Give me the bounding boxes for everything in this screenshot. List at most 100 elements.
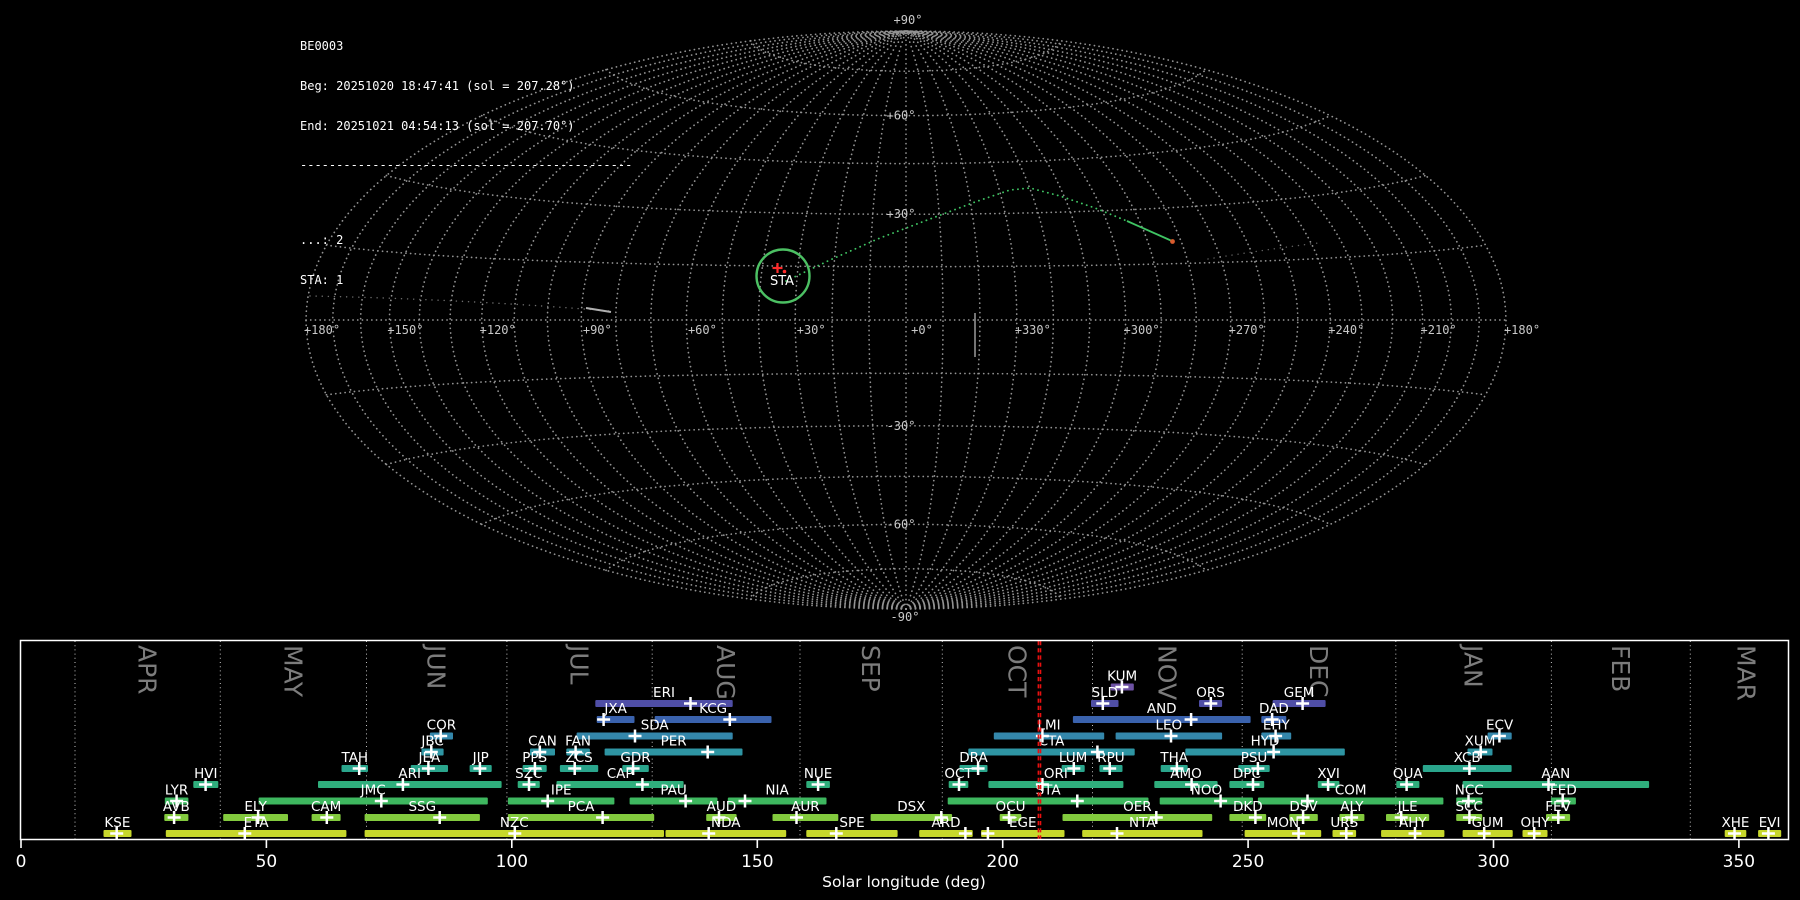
shower-label-ORS: ORS: [1196, 685, 1225, 701]
shower-label-PAU: PAU: [660, 783, 686, 799]
observation-end: End: 20251021 04:54:13 (sol = 207.70°): [300, 120, 632, 133]
shower-peak-NTA: [1111, 827, 1124, 840]
x-axis-tick-label: 50: [256, 852, 278, 872]
longitude-label: +0°: [911, 323, 933, 337]
longitude-label: +240°: [1328, 323, 1364, 337]
shower-label-EVI: EVI: [1759, 815, 1781, 831]
shower-bar-ETA: [166, 830, 347, 837]
month-label: OCT: [1002, 645, 1031, 698]
shower-label-SLD: SLD: [1092, 685, 1119, 701]
x-axis-tick-label: 300: [1477, 852, 1509, 872]
shower-label-ECV: ECV: [1486, 718, 1514, 734]
shower-label-DAD: DAD: [1259, 701, 1289, 717]
shower-label-FEV: FEV: [1545, 799, 1571, 815]
shower-label-URS: URS: [1330, 815, 1358, 831]
month-label: MAY: [278, 645, 307, 698]
month-label: MAR: [1732, 645, 1761, 701]
shower-bar-SPE: [806, 830, 897, 837]
shower-label-SCC: SCC: [1455, 799, 1482, 815]
shower-label-ORI: ORI: [1044, 766, 1068, 782]
shower-label-NCC: NCC: [1455, 783, 1484, 799]
shower-label-GEM: GEM: [1284, 685, 1315, 701]
longitude-label: +210°: [1421, 323, 1457, 337]
latitude-label: -30°: [887, 419, 916, 433]
station-id: BE0003: [300, 40, 632, 53]
shower-peak-EGE: [981, 827, 994, 840]
activity-chart: APRMAYJUNJULAUGSEPOCTNOVDECJANFEBMARKUME…: [16, 641, 1789, 892]
meteor-radiant-marker: [773, 263, 783, 273]
longitude-label: +60°: [688, 323, 717, 337]
month-label: FEB: [1606, 645, 1635, 692]
longitude-label: +270°: [1229, 323, 1265, 337]
x-axis-tick-label: 150: [741, 852, 773, 872]
x-axis-tick-label: 350: [1723, 852, 1755, 872]
shower-label-NZC: NZC: [500, 815, 529, 831]
month-label: JUN: [422, 643, 451, 689]
latitude-label: +30°: [887, 207, 916, 221]
latitude-label: +60°: [887, 109, 916, 123]
longitude-label: +300°: [1124, 323, 1160, 337]
shower-peak-PCA: [596, 811, 609, 824]
longitude-label: +90°: [583, 323, 612, 337]
shower-label-FED: FED: [1550, 783, 1577, 799]
shower-label-LYR: LYR: [165, 783, 188, 799]
shower-label-AAN: AAN: [1541, 766, 1570, 782]
shower-label-ARI: ARI: [398, 766, 421, 782]
shower-label-JBC: JBC: [420, 734, 443, 750]
shower-peak-AND: [1185, 713, 1198, 726]
observation-begin: Beg: 20251020 18:47:41 (sol = 207.28°): [300, 80, 632, 93]
shower-label-DRA: DRA: [959, 750, 988, 766]
shower-label-IPE: IPE: [551, 783, 572, 799]
shower-bar-NTA: [1082, 830, 1202, 837]
shower-label-JLE: JLE: [1397, 799, 1418, 815]
shower-label-CAP: CAP: [607, 766, 634, 782]
month-label: JAN: [1459, 643, 1488, 688]
x-axis-tick-label: 0: [16, 852, 27, 872]
longitude-label: +30°: [797, 323, 826, 337]
shower-label-AUR: AUR: [791, 799, 820, 815]
shower-label-COR: COR: [427, 718, 456, 734]
shower-label-FAN: FAN: [565, 734, 591, 750]
shower-label-OER: OER: [1123, 799, 1152, 815]
shower-bar-SDA: [577, 733, 733, 740]
meridian-line: [906, 31, 1161, 609]
shower-label-SZC: SZC: [515, 766, 542, 782]
shower-label-DPC: DPC: [1233, 766, 1261, 782]
shower-label-XUM: XUM: [1465, 734, 1496, 750]
shower-peak-ARD: [959, 827, 972, 840]
shower-label-MON: MON: [1267, 815, 1299, 831]
shower-label-DSX: DSX: [897, 799, 925, 815]
shower-label-CTA: CTA: [1039, 734, 1066, 750]
separator-line: ----------------------------------------…: [300, 159, 632, 172]
shower-label-COM: COM: [1335, 783, 1367, 799]
shower-label-CAM: CAM: [311, 799, 341, 815]
longitude-label: +180°: [304, 323, 340, 337]
longitude-label: +330°: [1015, 323, 1051, 337]
shower-label-SPE: SPE: [839, 815, 864, 831]
shower-label-EGE: EGE: [1009, 815, 1037, 831]
month-label: NOV: [1152, 645, 1181, 700]
shower-bar-MON: [1245, 830, 1322, 837]
shower-bar-AUR: [773, 814, 839, 821]
shower-peak-PER: [701, 746, 714, 759]
shower-label-SSG: SSG: [408, 799, 436, 815]
shower-label-HVI: HVI: [194, 766, 217, 782]
shower-bar-KCG: [655, 716, 772, 723]
shower-label-NTA: NTA: [1129, 815, 1156, 831]
shower-label-KCG: KCG: [699, 701, 727, 717]
shower-label-PCA: PCA: [568, 799, 596, 815]
shower-label-RPU: RPU: [1097, 750, 1124, 766]
longitude-label: +180°: [1504, 323, 1540, 337]
count-sporadic: ...: 2: [300, 234, 632, 247]
radiant-drift-current-segment: [1127, 221, 1172, 241]
shower-label-ETA: ETA: [244, 815, 270, 831]
shower-label-ZCS: ZCS: [565, 750, 592, 766]
shower-bar-SSG: [365, 814, 480, 821]
shower-label-JMC: JMC: [360, 783, 386, 799]
shower-peak-NIA: [739, 795, 752, 808]
shower-label-NOO: NOO: [1191, 783, 1222, 799]
shower-peak-SDA: [629, 730, 642, 743]
shower-label-NIA: NIA: [765, 783, 789, 799]
meteor-observation-screen: BE0003 Beg: 20251020 18:47:41 (sol = 207…: [0, 0, 1800, 900]
shower-label-AHY: AHY: [1399, 815, 1427, 831]
